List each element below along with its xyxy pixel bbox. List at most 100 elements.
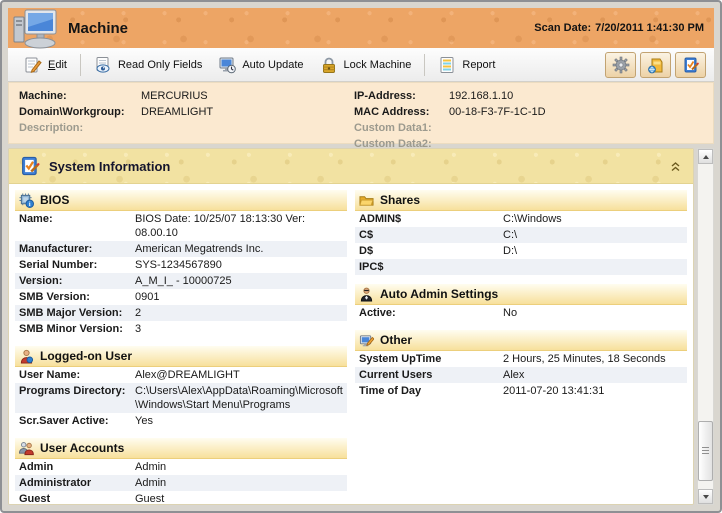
scrollbar-thumb[interactable] xyxy=(698,421,713,481)
table-row: SMB Version: 0901 xyxy=(19,291,160,303)
system-information-icon xyxy=(22,156,40,176)
group-bios: i BIOS Name: BIOS Date: 10/25/07 18:13:30… xyxy=(15,190,347,337)
report-label: Report xyxy=(462,58,496,71)
scrollbar-track[interactable] xyxy=(698,164,713,489)
toolbar-separator xyxy=(424,53,426,76)
table-row: C$ C:\ xyxy=(355,227,687,243)
logged-on-user-rows: User Name: Alex@DREAMLIGHT Programs Direc… xyxy=(15,367,347,429)
table-row: Name: BIOS Date: 10/25/07 18:13:30 Ver: 0… xyxy=(19,213,306,239)
group-auto-admin-settings: Auto Admin Settings Active: No xyxy=(355,284,687,321)
vertical-scrollbar[interactable] xyxy=(697,148,714,505)
auto-admin-settings-title: Auto Admin Settings xyxy=(380,287,499,301)
right-column: Shares ADMIN$ C:\Windows C$ C:\ D$ D:\ IPC$ xyxy=(355,190,687,498)
table-row: D$ D:\ xyxy=(359,245,518,257)
mac-address-label: MAC Address: xyxy=(354,106,430,118)
shares-header: Shares xyxy=(355,190,687,211)
shares-folder-icon xyxy=(359,195,374,206)
settings-gear-button[interactable] xyxy=(605,51,636,78)
other-rows: System UpTime 2 Hours, 25 Minutes, 18 Sec… xyxy=(355,351,687,399)
arrow-down-icon xyxy=(702,494,709,499)
admin-person-icon xyxy=(360,287,373,302)
other-header: Other xyxy=(355,330,687,351)
mac-address-row: MAC Address: 00-18-F3-7F-1C-1D xyxy=(354,104,703,120)
scan-date: Scan Date: 7/20/2011 1:41:30 PM xyxy=(534,22,704,34)
table-row: Programs Directory: C:\Users\Alex\AppData… xyxy=(15,383,347,413)
system-information-content: i BIOS Name: BIOS Date: 10/25/07 18:13:30… xyxy=(9,184,693,504)
group-shares: Shares ADMIN$ C:\Windows C$ C:\ D$ D:\ IPC$ xyxy=(355,190,687,275)
export-package-button[interactable] xyxy=(640,51,671,78)
table-row: Active: No xyxy=(359,307,518,319)
ip-address-label: IP-Address: xyxy=(354,90,416,102)
arrow-up-icon xyxy=(702,154,709,159)
scan-date-label: Scan Date: xyxy=(534,22,592,34)
machine-header: Machine Scan Date: 7/20/2011 1:41:30 PM xyxy=(8,8,714,49)
user-accounts-rows: Admin Admin Administrator Admin Guest Guest… xyxy=(15,459,347,504)
machine-label: Machine: xyxy=(19,90,67,102)
toolbar: Edit Read Only Fields Auto Update Lock M… xyxy=(8,48,714,82)
machine-value: MERCURIUS xyxy=(141,90,208,102)
shares-rows: ADMIN$ C:\Windows C$ C:\ D$ D:\ IPC$ xyxy=(355,211,687,275)
lock-icon xyxy=(322,57,335,73)
edit-icon xyxy=(25,57,42,73)
computer-workstation-icon xyxy=(12,8,60,49)
lock-machine-button[interactable]: Lock Machine xyxy=(312,52,420,78)
bios-header: i BIOS xyxy=(15,190,347,211)
mac-address-value: 00-18-F3-7F-1C-1D xyxy=(449,106,546,118)
system-information-panel: System Information i BIOS Name: BIOS Date… xyxy=(8,148,694,505)
edit-button-label: Edit xyxy=(48,58,67,71)
table-row: SMB Major Version: 2 xyxy=(15,305,347,321)
machine-info-right: IP-Address: 192.168.1.10 MAC Address: 00… xyxy=(354,88,703,150)
lock-machine-label: Lock Machine xyxy=(343,58,412,71)
user-accounts-icon xyxy=(19,441,34,455)
table-row: System UpTime 2 Hours, 25 Minutes, 18 Sec… xyxy=(359,353,666,365)
svg-text:i: i xyxy=(29,202,31,208)
read-only-fields-button[interactable]: Read Only Fields xyxy=(86,52,210,78)
description-row: Description: xyxy=(19,120,354,136)
collapse-section-button[interactable] xyxy=(668,159,683,174)
edit-button[interactable]: Edit xyxy=(16,52,75,78)
bios-chip-icon: i xyxy=(19,192,34,208)
left-column: i BIOS Name: BIOS Date: 10/25/07 18:13:30… xyxy=(15,190,347,504)
bios-rows: Name: BIOS Date: 10/25/07 18:13:30 Ver: 0… xyxy=(15,211,347,337)
auto-admin-rows: Active: No xyxy=(355,305,687,321)
page-title: Machine xyxy=(68,19,129,37)
ip-address-value: 192.168.1.10 xyxy=(449,90,514,102)
logged-on-user-title: Logged-on User xyxy=(40,349,132,363)
scrollbar-grip-icon xyxy=(702,447,709,455)
machine-window: Machine Scan Date: 7/20/2011 1:41:30 PM E… xyxy=(0,0,722,513)
group-logged-on-user: Logged-on User User Name: Alex@DREAMLIGHT… xyxy=(15,346,347,429)
scroll-up-button[interactable] xyxy=(698,149,713,164)
table-row: User Name: Alex@DREAMLIGHT xyxy=(19,369,240,381)
table-row: Scr.Saver Active: Yes xyxy=(19,415,153,427)
domain-workgroup-value: DREAMLIGHT xyxy=(141,106,214,118)
machine-info-panel: Machine: MERCURIUS Domain\Workgroup: DRE… xyxy=(8,82,714,150)
table-row: Manufacturer: American Megatrends Inc. xyxy=(15,241,347,257)
table-row: IPC$ xyxy=(355,259,687,275)
auto-admin-settings-header: Auto Admin Settings xyxy=(355,284,687,305)
table-row: Version: A_M_I_ - 10000725 xyxy=(15,273,347,289)
domain-workgroup-label: Domain\Workgroup: xyxy=(19,106,125,118)
chevron-double-up-icon xyxy=(671,161,680,171)
auto-update-button[interactable]: Auto Update xyxy=(210,52,311,78)
report-document-icon xyxy=(440,56,454,73)
scroll-down-button[interactable] xyxy=(698,489,713,504)
toolbar-separator xyxy=(79,53,81,76)
machine-info-left: Machine: MERCURIUS Domain\Workgroup: DRE… xyxy=(19,88,354,138)
export-package-icon xyxy=(647,58,662,73)
bios-title: BIOS xyxy=(40,193,70,207)
edit-note-icon xyxy=(684,57,699,72)
report-button[interactable]: Report xyxy=(430,52,503,78)
table-row: SMB Minor Version: 3 xyxy=(19,323,142,335)
logged-on-user-header: Logged-on User xyxy=(15,346,347,367)
read-only-fields-label: Read Only Fields xyxy=(117,58,203,71)
ip-address-row: IP-Address: 192.168.1.10 xyxy=(354,88,703,104)
scan-date-value: 7/20/2011 1:41:30 PM xyxy=(595,22,704,34)
description-label: Description: xyxy=(19,122,84,134)
user-accounts-title: User Accounts xyxy=(40,441,125,455)
custom-data1-label: Custom Data1: xyxy=(354,122,432,134)
system-information-section: System Information i BIOS Name: BIOS Date… xyxy=(8,148,714,505)
auto-update-label: Auto Update xyxy=(242,58,304,71)
edit-note-button[interactable] xyxy=(675,51,706,78)
monitor-refresh-icon xyxy=(219,57,237,73)
table-row: ADMIN$ C:\Windows xyxy=(359,213,562,225)
